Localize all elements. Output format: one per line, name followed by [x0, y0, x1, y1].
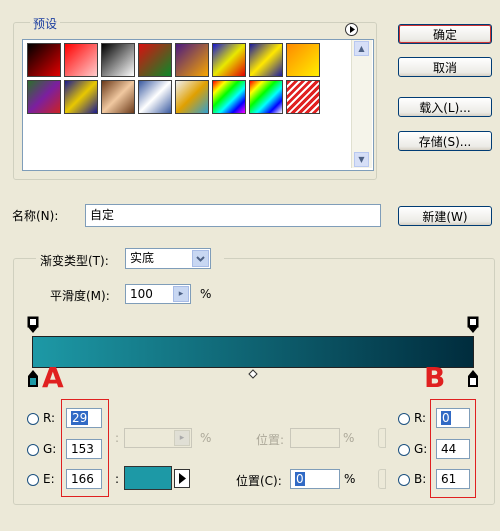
play-arrow-icon — [179, 473, 186, 484]
r-value-left: 29 — [71, 411, 89, 425]
r-label-right: R: — [414, 411, 427, 425]
new-button[interactable]: 新建(W) — [398, 206, 492, 226]
preset-swatch[interactable] — [249, 43, 283, 77]
midpoint-diamond[interactable] — [248, 368, 258, 379]
diamond-icon — [248, 369, 258, 379]
presets-title: 预设 — [30, 15, 61, 32]
preset-swatch[interactable] — [286, 43, 320, 77]
r-label-left: R: — [43, 411, 56, 425]
r-value-right: 0 — [441, 411, 451, 425]
play-arrow-icon — [350, 26, 355, 33]
g-radio-right[interactable] — [398, 444, 410, 456]
opacity-position-unit: % — [343, 431, 355, 445]
b-input-right[interactable]: 61 — [436, 469, 470, 489]
preset-swatch[interactable] — [27, 43, 61, 77]
scroll-down-button[interactable]: ▼ — [354, 152, 369, 167]
g-input-left[interactable]: 153 — [66, 439, 102, 459]
r-radio-right[interactable] — [398, 413, 410, 425]
preset-swatch[interactable] — [101, 43, 135, 77]
gradient-type-value: 实底 — [130, 251, 155, 265]
b-input-left[interactable]: 166 — [66, 469, 102, 489]
opacity-delete-stub — [378, 428, 386, 448]
preset-swatch[interactable] — [175, 80, 209, 114]
b-label-right: B: — [414, 472, 427, 486]
b-label-left: E: — [43, 472, 55, 486]
save-button[interactable]: 存储(S)... — [398, 131, 492, 151]
cancel-button[interactable]: 取消 — [398, 57, 492, 77]
preset-swatch[interactable] — [27, 80, 61, 114]
presets-swatch-list: ▲ ▼ — [22, 39, 374, 171]
color-position-value: 0 — [295, 472, 305, 486]
load-button[interactable]: 载入(L)... — [398, 97, 492, 117]
opacity-stop-right[interactable] — [467, 316, 479, 334]
preset-swatch[interactable] — [64, 80, 98, 114]
r-input-left[interactable]: 29 — [66, 408, 102, 428]
smoothness-slider-button[interactable]: ▸ — [173, 286, 189, 302]
r-radio-left[interactable] — [27, 413, 39, 425]
g-label-right: G: — [414, 442, 428, 456]
opacity-unit: % — [200, 431, 212, 445]
color-stop-icon — [468, 370, 478, 387]
name-input[interactable]: 自定 — [85, 204, 381, 227]
preset-swatch[interactable] — [286, 80, 320, 114]
preset-swatch[interactable] — [101, 80, 135, 114]
opacity-stop-left[interactable] — [27, 316, 39, 334]
r-input-right[interactable]: 0 — [436, 408, 470, 428]
g-input-right[interactable]: 44 — [436, 439, 470, 459]
color-position-label: 位置(C): — [236, 474, 282, 488]
preset-swatch[interactable] — [249, 80, 283, 114]
color-position-unit: % — [344, 472, 356, 486]
color-stop-left[interactable] — [27, 369, 39, 388]
gradient-type-select[interactable]: 实底 — [125, 248, 211, 269]
opacity-position-label: 位置: — [256, 433, 285, 447]
preset-swatch[interactable] — [212, 43, 246, 77]
chevron-down-icon — [196, 256, 205, 262]
stop-color-swatch[interactable] — [124, 466, 172, 490]
color-stop-icon — [28, 370, 38, 387]
smoothness-input[interactable]: 100 ▸ — [125, 284, 191, 304]
opacity-position-input — [290, 428, 340, 448]
color-delete-stub — [378, 469, 386, 489]
opacity-stop-icon — [467, 316, 479, 333]
g-label-left: G: — [43, 442, 57, 456]
opacity-colon: : — [115, 431, 120, 445]
preset-swatch[interactable] — [138, 43, 172, 77]
smoothness-label: 平滑度(M): — [50, 289, 110, 303]
presets-scrollbar[interactable]: ▲ ▼ — [351, 40, 372, 168]
scroll-up-button[interactable]: ▲ — [354, 41, 369, 56]
gradient-type-label: 渐变类型(T): — [40, 254, 109, 268]
color-stop-right[interactable] — [467, 369, 479, 388]
color-colon: : — [115, 472, 120, 486]
smoothness-unit: % — [200, 287, 212, 301]
preset-swatch[interactable] — [64, 43, 98, 77]
gradient-type-dropdown[interactable] — [192, 250, 209, 267]
preset-swatch[interactable] — [175, 43, 209, 77]
smoothness-value: 100 — [130, 287, 153, 301]
gradient-type-header: 渐变类型(T): 实底 — [36, 248, 224, 270]
opacity-slider-button: ▸ — [174, 430, 190, 446]
color-position-input[interactable]: 0 — [290, 469, 340, 489]
g-radio-left[interactable] — [27, 444, 39, 456]
preset-swatch[interactable] — [138, 80, 172, 114]
opacity-input: ▸ — [124, 428, 192, 448]
gradient-bar[interactable] — [32, 336, 474, 368]
preset-swatch[interactable] — [212, 80, 246, 114]
stop-color-menu-button[interactable] — [174, 469, 190, 488]
opacity-stop-icon — [27, 316, 39, 333]
annotation-a: A — [42, 361, 64, 394]
presets-menu-button[interactable] — [345, 23, 358, 36]
b-radio-right[interactable] — [398, 474, 410, 486]
name-label: 名称(N): — [12, 209, 59, 223]
annotation-b: B — [424, 361, 446, 394]
ok-button[interactable]: 确定 — [398, 24, 492, 44]
b-radio-left[interactable] — [27, 474, 39, 486]
